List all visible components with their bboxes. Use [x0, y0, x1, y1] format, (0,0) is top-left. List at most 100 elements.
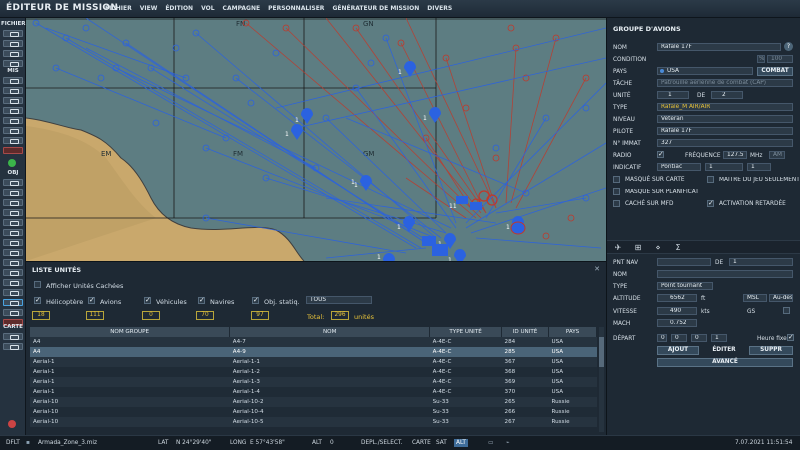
mission-tool-6-button[interactable]	[3, 127, 23, 134]
group-marker[interactable]: 1	[285, 124, 303, 140]
aircraft-type-select[interactable]: Rafale_M AIR/AIR	[657, 103, 793, 111]
goals-tool-button[interactable]	[3, 289, 23, 296]
briefing-tool-button[interactable]	[3, 279, 23, 286]
unit-markers[interactable]: 1 1 1 1 1 1 1 1 1 1 11	[285, 61, 526, 261]
col-nom-groupe[interactable]: NOM GROUPE	[30, 327, 231, 337]
advanced-button[interactable]: AVANCÉ	[657, 358, 793, 367]
ship-tool-button[interactable]	[3, 209, 23, 216]
status-depl-select[interactable]: DEPL./SELECT.	[361, 440, 403, 446]
mission-tool-4-button[interactable]	[3, 107, 23, 114]
close-icon[interactable]: ✕	[594, 265, 600, 273]
col-nom[interactable]: NOM	[229, 327, 431, 337]
camera-icon[interactable]: ▭	[488, 440, 493, 446]
callsign-number-1[interactable]: 1	[705, 163, 743, 171]
table-row[interactable]: Aerial-1 Aerial-1-2 A-4E-C 368 USA	[30, 367, 597, 377]
modulation-select[interactable]: AM	[769, 151, 785, 159]
mission-tool-5-button[interactable]	[3, 117, 23, 124]
unit-index-field[interactable]: 1	[657, 91, 689, 99]
helicopter-tool-button[interactable]	[3, 179, 23, 186]
depart-day-field[interactable]: 0	[657, 334, 667, 342]
altitude-field[interactable]: 6562	[657, 294, 697, 302]
static-tool-button[interactable]	[3, 219, 23, 226]
map-mode-alt[interactable]: ALT	[454, 439, 468, 447]
ship-marker[interactable]	[456, 196, 468, 204]
aircraft-icon[interactable]: ✈	[611, 243, 625, 253]
filter-airplane-checkbox[interactable]	[88, 296, 95, 304]
task-select[interactable]: Patrouille aérienne de combat (CAP)	[657, 79, 793, 87]
add-object-icon[interactable]	[8, 159, 16, 167]
mission-tool-7-button[interactable]	[3, 137, 23, 144]
mission-tool-2-button[interactable]	[3, 87, 23, 94]
airplane-tool-button[interactable]	[3, 189, 23, 196]
red-ship-marker[interactable]	[510, 221, 526, 235]
table-row[interactable]: Aerial-10 Aerial-10-2 Su-33 265 Russie	[30, 397, 597, 407]
hidden-on-mfd-checkbox[interactable]	[613, 200, 620, 207]
clone-tool-button[interactable]	[3, 259, 23, 266]
coalition-select[interactable]: TOUS	[306, 296, 372, 304]
filter-vehicle-checkbox[interactable]	[144, 296, 151, 304]
menu-vol[interactable]: VOL	[201, 5, 214, 12]
bookmark-icon[interactable]: ⌁	[506, 440, 510, 446]
waypoint-select[interactable]	[657, 258, 711, 266]
map-ruler-button[interactable]	[3, 343, 23, 350]
fixed-time-checkbox[interactable]	[787, 333, 794, 341]
group-marker[interactable]: 1	[423, 107, 441, 123]
menu-generateur[interactable]: GÉNÉRATEUR DE MISSION	[332, 5, 419, 12]
mission-tool-1-button[interactable]	[3, 77, 23, 84]
delete-tool-button[interactable]	[3, 309, 23, 316]
mission-tool-3-button[interactable]	[3, 97, 23, 104]
condition-field[interactable]: 100	[767, 55, 793, 63]
ship-marker[interactable]	[470, 202, 482, 210]
depart-minute-field[interactable]: 0	[691, 334, 707, 342]
tail-number-field[interactable]: 327	[657, 139, 793, 147]
menu-view[interactable]: VIEW	[140, 5, 158, 12]
depart-second-field[interactable]: 1	[711, 334, 727, 342]
ruler-tool-button[interactable]	[3, 249, 23, 256]
filter-ship-checkbox[interactable]	[198, 296, 205, 304]
gs-checkbox[interactable]	[783, 307, 790, 314]
edit-waypoint-button[interactable]: ÉDITER	[703, 346, 745, 355]
filter-helicopter-checkbox[interactable]	[34, 296, 41, 304]
table-row[interactable]: Aerial-1 Aerial-1-3 A-4E-C 369 USA	[30, 377, 597, 387]
help-icon[interactable]: ?	[784, 42, 793, 51]
template-tool-button[interactable]	[3, 239, 23, 246]
hidden-on-planner-checkbox[interactable]	[613, 188, 620, 195]
filter-static-checkbox[interactable]	[252, 296, 259, 304]
coalition-tool-button[interactable]	[3, 269, 23, 276]
mach-field[interactable]: 0.752	[657, 319, 697, 327]
waypoint-name-field[interactable]	[657, 270, 793, 278]
show-hidden-units-checkbox[interactable]	[34, 281, 41, 288]
save-file-button[interactable]	[3, 50, 23, 57]
pilot-field[interactable]: Rafale 17F	[657, 127, 793, 135]
altitude-ref-select[interactable]: MSL	[743, 294, 767, 302]
waypoint-icon[interactable]: ⋄	[651, 243, 665, 253]
menu-campagne[interactable]: CAMPAGNE	[223, 5, 261, 12]
menu-personnaliser[interactable]: PERSONNALISER	[268, 5, 324, 12]
map-canvas[interactable]: FN GN EM FM GM 1 1 1 1 1 1 1 1 1 1 11	[26, 18, 606, 261]
table-row[interactable]: Aerial-10 Aerial-10-5 Su-33 267 Russie	[30, 417, 597, 427]
country-select[interactable]: USA	[657, 67, 753, 75]
open-file-button[interactable]	[3, 40, 23, 47]
mission-tool-red-button[interactable]	[3, 147, 23, 154]
table-scrollbar[interactable]	[599, 327, 604, 432]
unit-count-field[interactable]: 2	[711, 91, 743, 99]
table-row-selected[interactable]: A4 A4-9 A-4E-C 285 USA	[30, 347, 597, 357]
record-icon[interactable]	[8, 420, 16, 428]
add-waypoint-button[interactable]: AJOUT	[657, 346, 699, 355]
map-mode-carte[interactable]: CARTE	[410, 439, 433, 447]
col-id-unite[interactable]: ID UNITÉ	[501, 327, 549, 337]
scrollbar-thumb[interactable]	[599, 337, 604, 367]
radio-checkbox[interactable]	[657, 150, 664, 158]
hidden-on-map-checkbox[interactable]	[613, 176, 620, 183]
skill-select[interactable]: Vétéran	[657, 115, 793, 123]
mission-map[interactable]: FN GN EM FM GM 1 1 1 1 1 1 1 1 1 1 11	[26, 18, 606, 261]
game-master-only-checkbox[interactable]	[707, 176, 714, 183]
trigger-zone-tool-button[interactable]	[3, 229, 23, 236]
aircraft-layer-button[interactable]	[3, 299, 23, 306]
ship-marker[interactable]	[432, 244, 448, 256]
frequency-field[interactable]: 127.5	[723, 151, 747, 159]
group-marker[interactable]: 11	[449, 203, 457, 210]
map-mode-sat[interactable]: SAT	[434, 439, 449, 447]
group-marker[interactable]: 1	[377, 253, 395, 261]
map-zoom-button[interactable]	[3, 333, 23, 340]
